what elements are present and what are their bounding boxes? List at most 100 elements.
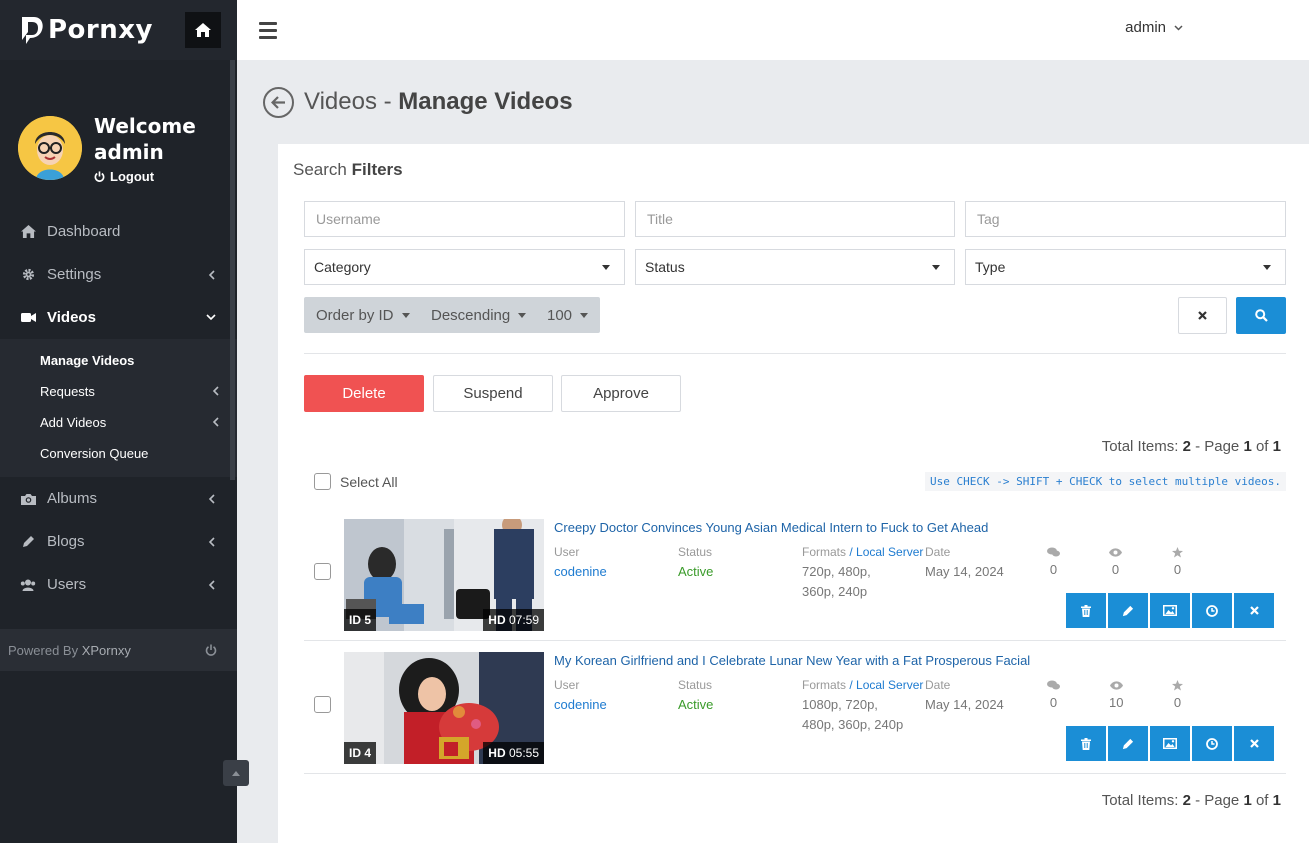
edit-thumbnail-button[interactable] bbox=[1150, 593, 1190, 628]
admin-dropdown[interactable]: admin bbox=[1125, 19, 1183, 36]
username-filter-input[interactable]: Username bbox=[304, 201, 625, 237]
edit-thumbnail-button[interactable] bbox=[1150, 726, 1190, 761]
admin-dropdown-label: admin bbox=[1125, 19, 1166, 36]
video-row-checkbox[interactable] bbox=[314, 696, 331, 713]
delete-video-button[interactable] bbox=[1066, 726, 1106, 761]
order-by-dropdown[interactable]: Order by ID bbox=[304, 297, 422, 333]
logout-link[interactable]: Logout bbox=[94, 169, 196, 184]
page-title-separator: - bbox=[376, 88, 399, 115]
delete-button[interactable]: Delete bbox=[304, 375, 424, 412]
select-all[interactable]: Select All bbox=[314, 473, 398, 490]
video-title-link[interactable]: My Korean Girlfriend and I Celebrate Lun… bbox=[554, 653, 1030, 668]
schedule-video-button[interactable] bbox=[1192, 593, 1232, 628]
sort-direction-dropdown[interactable]: Descending bbox=[419, 297, 539, 333]
search-button[interactable] bbox=[1236, 297, 1286, 334]
divider bbox=[304, 353, 1286, 354]
comments-count: 0 bbox=[1049, 562, 1058, 577]
username-placeholder: Username bbox=[316, 211, 381, 227]
back-arrow-icon[interactable] bbox=[263, 86, 294, 118]
sidebar-item-videos[interactable]: Videos bbox=[0, 296, 237, 339]
select-all-checkbox[interactable] bbox=[314, 473, 331, 490]
formats-server-link[interactable]: / Local Server bbox=[849, 678, 923, 692]
chevron-left-icon bbox=[205, 579, 217, 590]
per-page-dropdown[interactable]: 100 bbox=[535, 297, 601, 333]
remove-video-button[interactable] bbox=[1234, 593, 1274, 628]
sidebar-item-users[interactable]: Users bbox=[0, 563, 237, 606]
users-icon bbox=[20, 579, 36, 591]
submenu-item-label: Add Videos bbox=[40, 415, 107, 430]
edit-video-button[interactable] bbox=[1108, 593, 1148, 628]
brand-logo[interactable]: Pornxy bbox=[20, 15, 153, 45]
remove-video-button[interactable] bbox=[1234, 726, 1274, 761]
submenu-item-label: Conversion Queue bbox=[40, 446, 149, 461]
sidebar-item-label: Settings bbox=[47, 266, 102, 283]
logout-label: Logout bbox=[110, 168, 155, 184]
clock-icon bbox=[1206, 604, 1218, 617]
video-user-link[interactable]: codenine bbox=[554, 562, 607, 582]
video-favorites: 0 bbox=[1172, 678, 1183, 710]
clear-filters-button[interactable] bbox=[1178, 297, 1227, 334]
video-duration-badge: HD 07:59 bbox=[483, 609, 544, 631]
video-thumbnail[interactable]: ID 5 HD 07:59 bbox=[344, 519, 544, 631]
power-icon[interactable] bbox=[205, 644, 217, 656]
scroll-to-top-button[interactable] bbox=[223, 760, 249, 786]
sidebar-scrollbar[interactable] bbox=[230, 60, 235, 480]
video-thumbnail[interactable]: ID 4 HD 05:55 bbox=[344, 652, 544, 764]
tag-filter-input[interactable]: Tag bbox=[965, 201, 1286, 237]
formats-server-link[interactable]: / Local Server bbox=[849, 545, 923, 559]
home-icon bbox=[195, 23, 211, 37]
user-panel: Welcome admin Logout bbox=[0, 60, 237, 210]
video-user: User codenine bbox=[554, 545, 607, 582]
status-select-value: Status bbox=[645, 259, 685, 275]
close-icon bbox=[1249, 606, 1259, 615]
category-select-value: Category bbox=[314, 259, 371, 275]
type-select[interactable]: Type bbox=[965, 249, 1286, 285]
image-icon bbox=[1163, 605, 1177, 616]
submenu-item-requests[interactable]: Requests bbox=[0, 376, 237, 407]
search-filters-title: Search Filters bbox=[293, 160, 403, 179]
user-label: User bbox=[554, 545, 580, 559]
page-title-main: Manage Videos bbox=[398, 88, 573, 115]
eye-icon bbox=[1109, 678, 1123, 693]
schedule-video-button[interactable] bbox=[1192, 726, 1232, 761]
submenu-item-add-videos[interactable]: Add Videos bbox=[0, 407, 237, 438]
video-date: Date May 14, 2024 bbox=[925, 678, 1004, 715]
video-id-badge: ID 5 bbox=[344, 609, 377, 631]
caret-down-icon bbox=[602, 264, 610, 270]
video-views: 0 bbox=[1109, 545, 1122, 577]
user-label: User bbox=[554, 678, 580, 692]
submenu-item-manage-videos[interactable]: Manage Videos bbox=[0, 345, 237, 376]
video-row-actions bbox=[1066, 593, 1274, 628]
video-user-link[interactable]: codenine bbox=[554, 695, 607, 715]
sidebar-nav: Dashboard Settings Videos Manage Videos bbox=[0, 210, 237, 606]
video-views: 10 bbox=[1109, 678, 1123, 710]
edit-video-button[interactable] bbox=[1108, 726, 1148, 761]
delete-video-button[interactable] bbox=[1066, 593, 1106, 628]
sidebar-item-dashboard[interactable]: Dashboard bbox=[0, 210, 237, 253]
welcome-block: Welcome admin Logout bbox=[94, 113, 196, 184]
sidebar-item-settings[interactable]: Settings bbox=[0, 253, 237, 296]
video-date-value: May 14, 2024 bbox=[925, 564, 1004, 579]
submenu-item-label: Manage Videos bbox=[40, 353, 135, 368]
status-select[interactable]: Status bbox=[635, 249, 955, 285]
clock-icon bbox=[1206, 737, 1218, 750]
home-button[interactable] bbox=[185, 12, 221, 48]
video-date-value: May 14, 2024 bbox=[925, 697, 1004, 712]
video-row-checkbox[interactable] bbox=[314, 563, 331, 580]
close-icon bbox=[1198, 311, 1207, 320]
page-title: Videos - Manage Videos bbox=[304, 88, 573, 116]
submenu-item-conversion-queue[interactable]: Conversion Queue bbox=[0, 438, 237, 469]
sidebar-item-albums[interactable]: Albums bbox=[0, 477, 237, 520]
video-status: Status Active bbox=[678, 545, 713, 582]
power-icon bbox=[94, 170, 105, 182]
comments-icon bbox=[1047, 545, 1060, 560]
title-filter-input[interactable]: Title bbox=[635, 201, 955, 237]
menu-toggle-icon[interactable] bbox=[259, 21, 277, 39]
caret-down-icon bbox=[932, 264, 940, 270]
main-panel: Search Filters Username Title Tag Catego… bbox=[278, 144, 1309, 843]
category-select[interactable]: Category bbox=[304, 249, 625, 285]
sidebar-item-blogs[interactable]: Blogs bbox=[0, 520, 237, 563]
video-title-link[interactable]: Creepy Doctor Convinces Young Asian Medi… bbox=[554, 520, 988, 535]
suspend-button[interactable]: Suspend bbox=[433, 375, 553, 412]
approve-button[interactable]: Approve bbox=[561, 375, 681, 412]
